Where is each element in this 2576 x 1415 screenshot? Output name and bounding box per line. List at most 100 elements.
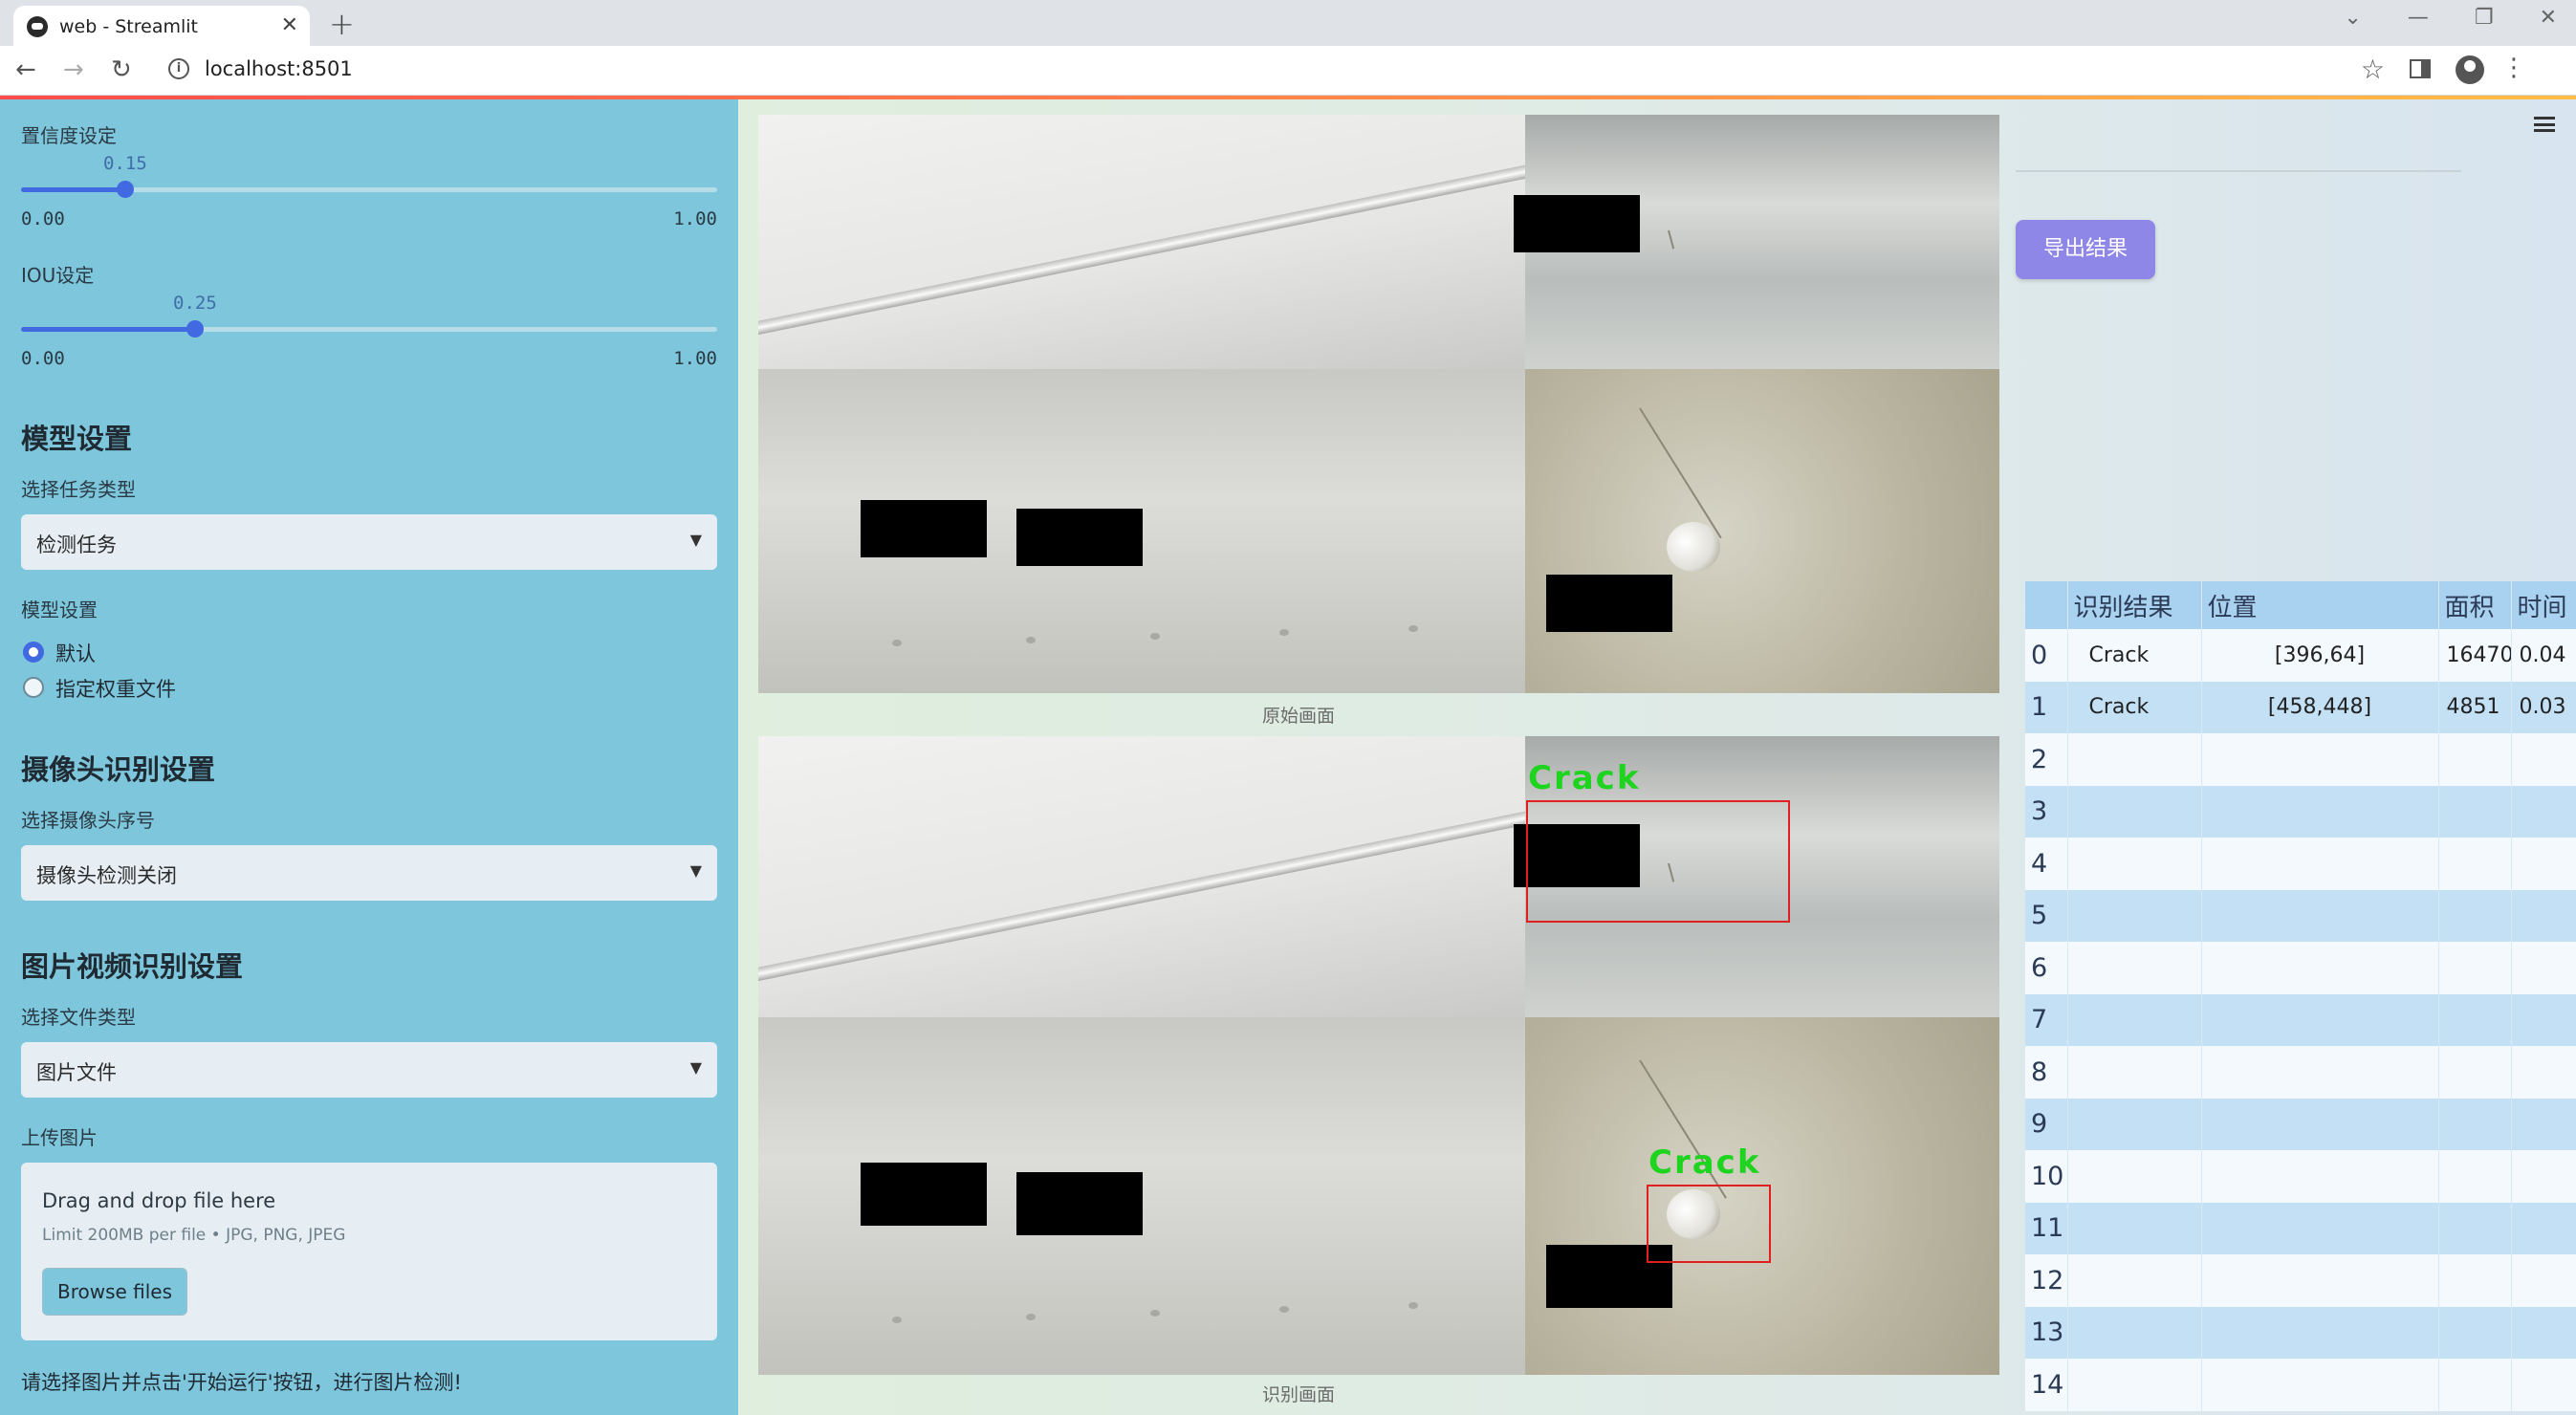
table-row[interactable]: 8 [2025,1046,2576,1099]
table-row[interactable]: 12 [2025,1254,2576,1307]
column-header-time[interactable]: 时间 [2511,581,2576,629]
profile-icon[interactable] [2456,55,2484,84]
radio-custom-weights-label[interactable]: 指定权重文件 [55,674,176,703]
row-index: 9 [2025,1098,2068,1150]
file-type-select[interactable]: 图片文件 ▼ [21,1042,717,1098]
weights-label: 模型设置 [21,599,98,621]
radio-default[interactable] [23,642,44,663]
hamburger-icon[interactable] [2534,117,2555,132]
export-results-button[interactable]: 导出结果 [2016,220,2155,279]
table-row[interactable]: 0 Crack [396,64] 16470 0.04 [2025,629,2576,682]
original-caption: 原始画面 [1262,706,1336,727]
side-panel-icon[interactable] [2410,59,2431,78]
file-dropzone[interactable]: Drag and drop file here Limit 200MB per … [21,1163,717,1340]
cell-class [2067,1359,2202,1411]
tab-close-icon[interactable]: ✕ [281,13,298,37]
row-index: 10 [2025,1150,2068,1203]
confidence-slider[interactable] [21,181,717,198]
model-settings-heading: 模型设置 [21,423,133,455]
streamlit-favicon-icon [27,16,48,37]
cell-time [2511,942,2576,994]
cell-position [2201,1202,2439,1254]
tab-search-icon[interactable]: ⌄ [2344,6,2361,30]
column-header-position[interactable]: 位置 [2201,581,2439,629]
camera-select[interactable]: 摄像头检测关闭 ▼ [21,845,717,901]
close-window-icon[interactable]: ✕ [2540,6,2557,30]
reload-icon[interactable]: ↻ [111,55,132,84]
image-quadrant [1525,369,1999,693]
window-controls: ⌄ — ❐ ✕ [2344,6,2557,30]
row-index: 3 [2025,785,2068,838]
cell-area [2438,1306,2512,1359]
forward-arrow-icon[interactable]: → [63,55,84,84]
table-row[interactable]: 11 [2025,1202,2576,1254]
row-index: 6 [2025,942,2068,994]
cell-position [2201,733,2439,786]
detection-label: Crack [1528,759,1641,797]
camera-index-label: 选择摄像头序号 [21,809,155,832]
row-index: 1 [2025,681,2068,733]
radio-custom-weights[interactable] [23,677,44,698]
cell-position: [396,64] [2201,629,2439,682]
confidence-label: 置信度设定 [21,124,117,147]
row-index: 14 [2025,1359,2068,1411]
redaction-block [1514,195,1640,252]
radio-default-label[interactable]: 默认 [55,639,96,667]
confidence-slider-thumb[interactable] [117,181,135,198]
chevron-down-icon: ▼ [689,531,702,549]
new-tab-icon[interactable]: + [329,6,355,42]
browse-files-button[interactable]: Browse files [42,1268,187,1316]
table-row[interactable]: 6 [2025,942,2576,994]
cell-position [2201,1254,2439,1307]
table-row[interactable]: 4 [2025,838,2576,890]
iou-min: 0.00 [21,348,65,369]
detection-label: Crack [1648,1143,1761,1182]
kebab-menu-icon[interactable]: ⋮ [2501,54,2526,82]
minimize-icon[interactable]: — [2408,6,2429,30]
table-row[interactable]: 1 Crack [458,448] 4851 0.03 [2025,681,2576,733]
table-row[interactable]: 9 [2025,1098,2576,1150]
image-quadrant [758,115,1525,369]
chevron-down-icon: ▼ [689,861,702,880]
table-row[interactable]: 2 [2025,733,2576,786]
cell-position [2201,942,2439,994]
cell-class [2067,785,2202,838]
task-type-label: 选择任务类型 [21,478,136,501]
table-row[interactable]: 7 [2025,993,2576,1046]
cell-time [2511,1046,2576,1099]
browser-tab[interactable]: web - Streamlit ✕ [13,6,310,46]
cell-position [2201,1359,2439,1411]
row-index: 13 [2025,1306,2068,1359]
dropzone-limit: Limit 200MB per file • JPG, PNG, JPEG [42,1226,346,1245]
image-quadrant [758,736,1525,1017]
table-row[interactable]: 5 [2025,889,2576,942]
table-row[interactable]: 13 [2025,1306,2576,1359]
cell-time [2511,1202,2576,1254]
table-row[interactable]: 10 [2025,1150,2576,1203]
column-header-class[interactable]: 识别结果 [2067,581,2202,629]
column-header-index[interactable] [2025,581,2068,629]
iou-slider[interactable] [21,320,717,337]
table-row[interactable]: 14 [2025,1359,2576,1411]
cell-area [2438,1046,2512,1099]
cell-time [2511,785,2576,838]
cell-time [2511,1254,2576,1307]
cell-area [2438,889,2512,942]
restore-icon[interactable]: ❐ [2475,6,2494,30]
cell-class [2067,1306,2202,1359]
address-bar[interactable]: localhost:8501 [205,57,353,80]
task-type-value: 检测任务 [36,533,117,556]
redaction-block [1016,509,1143,566]
column-header-area[interactable]: 面积 [2438,581,2512,629]
file-type-label: 选择文件类型 [21,1006,136,1029]
back-arrow-icon[interactable]: ← [15,55,36,84]
bookmark-star-icon[interactable]: ☆ [2361,54,2385,85]
site-info-icon[interactable]: i [168,58,189,79]
cell-time [2511,1150,2576,1203]
task-type-select[interactable]: 检测任务 ▼ [21,514,717,570]
table-row[interactable]: 3 [2025,785,2576,838]
iou-slider-thumb[interactable] [186,320,204,337]
detection-box [1526,800,1790,923]
cell-class [2067,942,2202,994]
cell-time [2511,993,2576,1046]
